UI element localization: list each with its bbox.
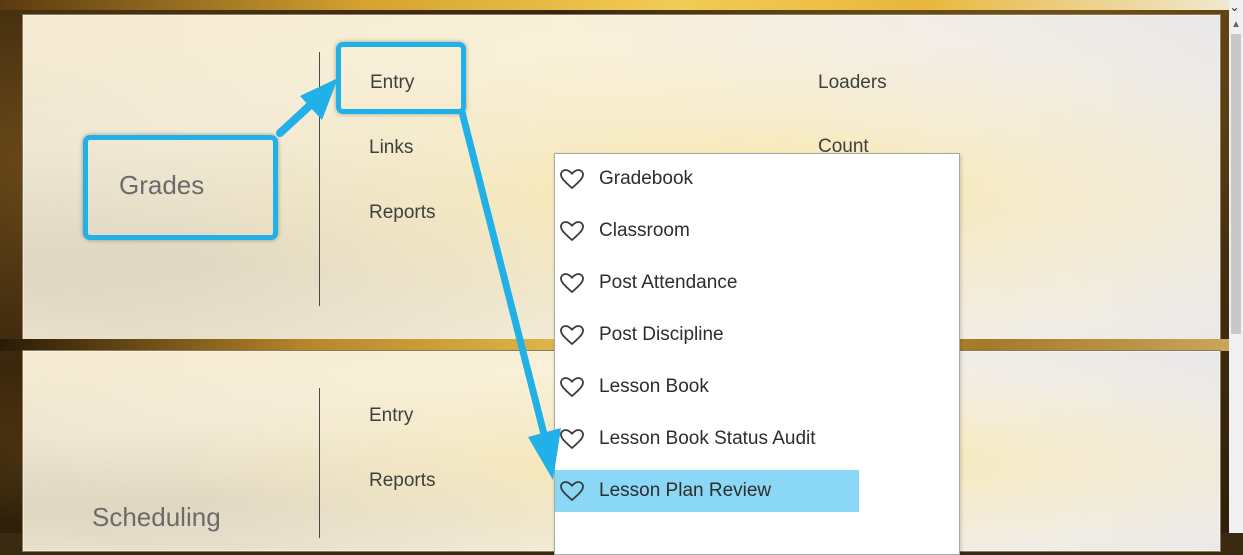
- arrow-entry-to-lesson-plan-review: [458, 108, 561, 480]
- callout-arrows: [276, 78, 561, 480]
- arrow-grades-to-entry: [276, 78, 338, 137]
- scrollbar-thumb[interactable]: [1231, 34, 1241, 334]
- scroll-up-icon[interactable]: ▲: [1229, 18, 1243, 32]
- corner-chevron-icon: ⌄: [1229, 0, 1240, 14]
